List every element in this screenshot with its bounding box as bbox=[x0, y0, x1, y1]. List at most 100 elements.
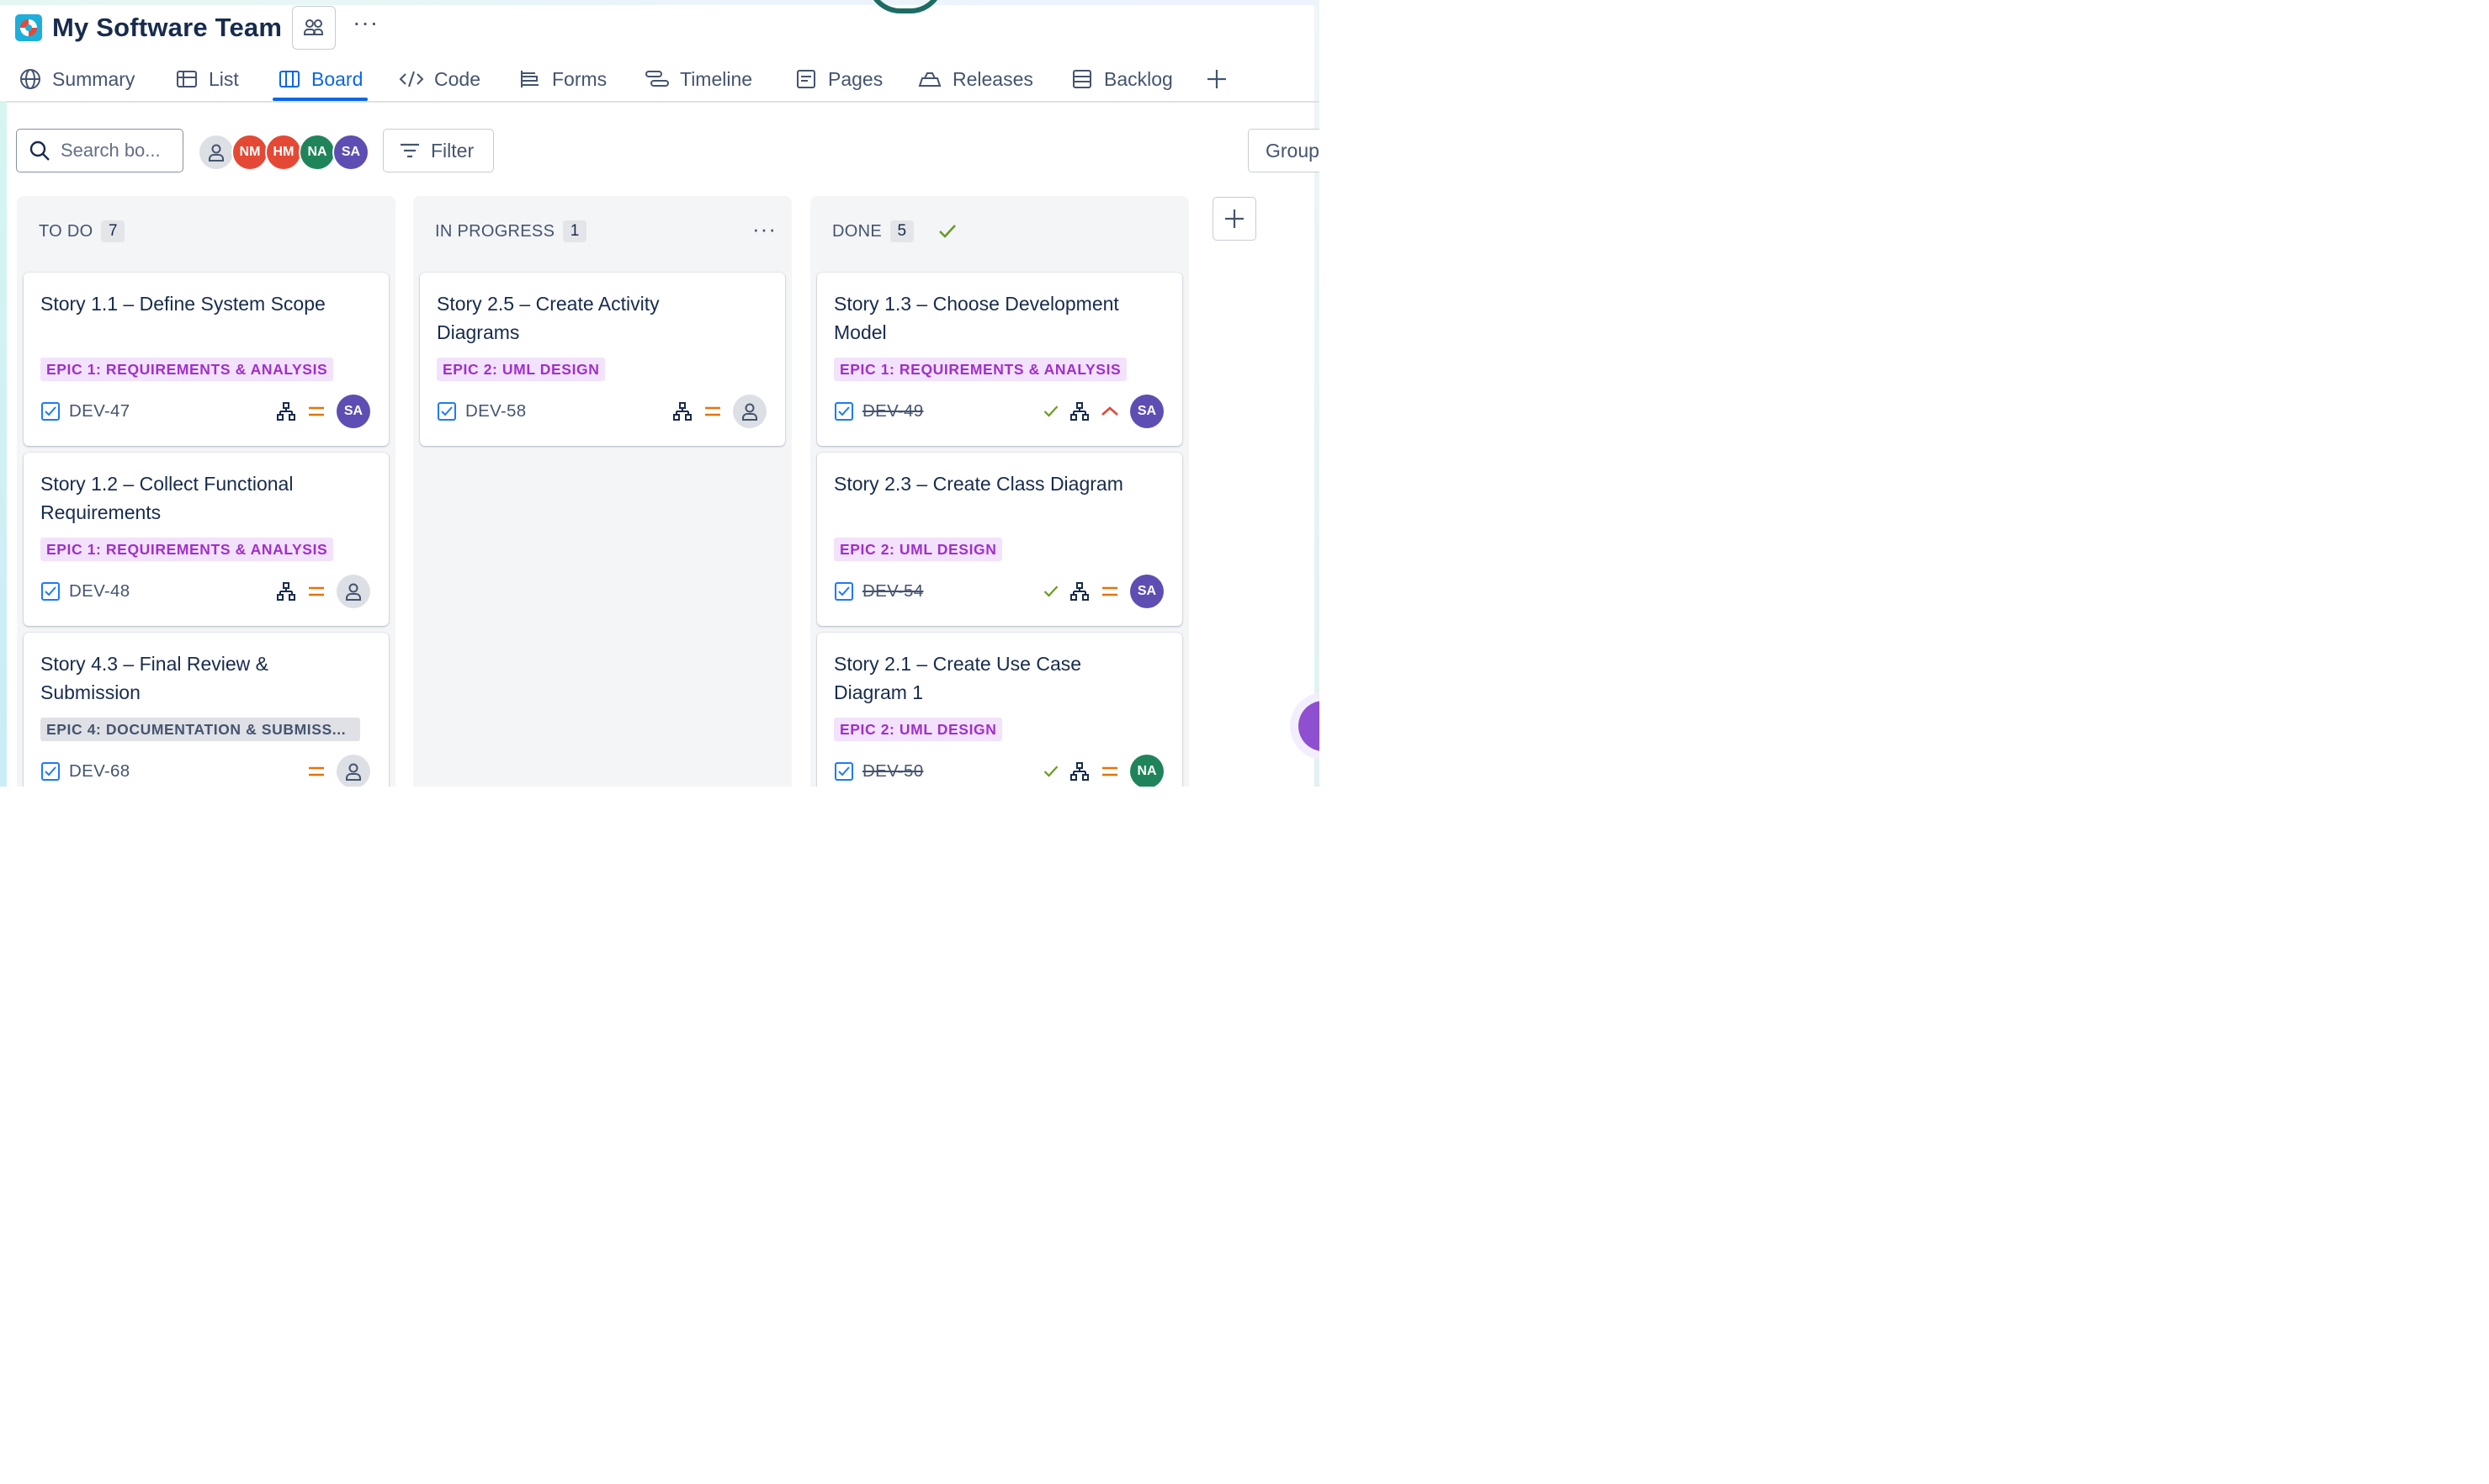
project-logo-icon[interactable] bbox=[15, 14, 42, 41]
card-title: Story 2.1 – Create Use Case Diagram 1 bbox=[834, 653, 1082, 703]
avatar-hm[interactable]: HM bbox=[265, 134, 302, 171]
assignee-avatar[interactable]: SA bbox=[337, 395, 370, 428]
story-checkbox-icon bbox=[41, 762, 60, 781]
assignee-avatar[interactable]: SA bbox=[1130, 395, 1164, 428]
story-checkbox-icon bbox=[41, 402, 60, 421]
column-count: 5 bbox=[889, 220, 914, 242]
project-header: My Software Team ··· bbox=[15, 6, 379, 50]
unassigned-avatar[interactable] bbox=[198, 134, 235, 171]
card-footer: DEV-50 NA bbox=[834, 755, 1164, 787]
timeline-icon bbox=[645, 71, 669, 87]
filter-button[interactable]: Filter bbox=[383, 129, 494, 172]
epic-label[interactable]: EPIC 1: REQUIREMENTS & ANALYSIS bbox=[40, 538, 334, 561]
issue-card[interactable]: Story 2.5 – Create Activity Diagrams EPI… bbox=[420, 273, 785, 446]
priority-medium-icon bbox=[309, 766, 324, 776]
tab-label: Timeline bbox=[680, 67, 753, 90]
unassigned-avatar[interactable] bbox=[337, 575, 370, 608]
assignee-avatar[interactable]: NA bbox=[1130, 755, 1164, 787]
epic-label[interactable]: EPIC 1: REQUIREMENTS & ANALYSIS bbox=[834, 358, 1128, 381]
help-floating-button[interactable] bbox=[1298, 701, 1319, 751]
search-input[interactable] bbox=[59, 139, 180, 162]
tab-label: Backlog bbox=[1104, 67, 1173, 90]
tab-releases[interactable]: Releases bbox=[917, 59, 1033, 99]
card-meta bbox=[296, 755, 370, 787]
column-title: IN PROGRESS bbox=[435, 221, 555, 241]
card-footer: DEV-68 bbox=[40, 755, 370, 787]
tab-forms[interactable]: Forms bbox=[518, 59, 607, 99]
avatar-nm[interactable]: NM bbox=[231, 134, 268, 171]
epic-label[interactable]: EPIC 2: UML DESIGN bbox=[437, 358, 606, 381]
person-icon bbox=[209, 144, 224, 162]
card-title: Story 1.3 – Choose Development Model bbox=[834, 293, 1119, 343]
card-meta: SA bbox=[266, 395, 370, 428]
background-band bbox=[0, 0, 1319, 5]
card-meta bbox=[662, 395, 767, 428]
tab-label: Board bbox=[311, 67, 364, 90]
tab-backlog[interactable]: Backlog bbox=[1070, 59, 1173, 99]
resolved-check-icon bbox=[1043, 405, 1059, 417]
board-icon bbox=[279, 71, 300, 87]
unassigned-avatar[interactable] bbox=[337, 755, 370, 787]
avatar-sa[interactable]: SA bbox=[332, 134, 369, 171]
epic-label[interactable]: EPIC 1: REQUIREMENTS & ANALYSIS bbox=[40, 358, 334, 381]
hierarchy-icon bbox=[1070, 582, 1089, 601]
issue-key[interactable]: DEV-54 bbox=[862, 581, 923, 602]
resolved-check-icon bbox=[1043, 766, 1059, 777]
hierarchy-icon bbox=[277, 402, 295, 421]
column-in-progress: IN PROGRESS 1 ··· Story 2.5 – Create Act… bbox=[413, 196, 792, 787]
hierarchy-icon bbox=[277, 582, 295, 601]
epic-label[interactable]: EPIC 4: DOCUMENTATION & SUBMISS... bbox=[40, 718, 360, 741]
issue-key[interactable]: DEV-47 bbox=[69, 401, 130, 421]
column-header: TO DO 7 bbox=[39, 220, 125, 243]
plus-icon bbox=[1225, 209, 1244, 228]
tab-board[interactable]: Board bbox=[273, 59, 369, 101]
hierarchy-icon bbox=[1070, 762, 1089, 781]
card-title: Story 2.5 – Create Activity Diagrams bbox=[437, 293, 660, 343]
search-board-field[interactable] bbox=[16, 129, 183, 172]
priority-medium-icon bbox=[1102, 586, 1117, 596]
avatar-na[interactable]: NA bbox=[299, 134, 336, 171]
list-icon bbox=[177, 71, 197, 87]
issue-key[interactable]: DEV-49 bbox=[862, 401, 923, 421]
unassigned-avatar[interactable] bbox=[733, 395, 767, 428]
tab-label: Code bbox=[434, 67, 480, 90]
assignee-avatar[interactable]: SA bbox=[1130, 575, 1164, 608]
card-meta: NA bbox=[1032, 755, 1164, 787]
assignee-filter-avatars: NM HM NA SA bbox=[198, 134, 369, 171]
team-members-button[interactable] bbox=[292, 6, 337, 50]
issue-key[interactable]: DEV-68 bbox=[69, 761, 130, 782]
add-column-button[interactable] bbox=[1213, 197, 1256, 241]
issue-card[interactable]: Story 1.3 – Choose Development Model EPI… bbox=[817, 273, 1182, 446]
tab-label: Pages bbox=[828, 67, 884, 90]
issue-key[interactable]: DEV-50 bbox=[862, 761, 923, 782]
add-tab-button[interactable] bbox=[1205, 59, 1239, 99]
issue-card[interactable]: Story 4.3 – Final Review & Submission EP… bbox=[24, 633, 389, 787]
tab-summary[interactable]: Summary bbox=[19, 59, 135, 99]
tab-label: Releases bbox=[953, 67, 1033, 90]
group-label: Group bbox=[1266, 139, 1319, 162]
epic-label[interactable]: EPIC 2: UML DESIGN bbox=[834, 538, 1003, 561]
issue-card[interactable]: Story 2.1 – Create Use Case Diagram 1 EP… bbox=[817, 633, 1182, 787]
tab-list[interactable]: List bbox=[175, 59, 239, 99]
issue-key[interactable]: DEV-48 bbox=[69, 581, 130, 602]
issue-key[interactable]: DEV-58 bbox=[465, 401, 526, 421]
project-more-icon[interactable]: ··· bbox=[353, 11, 379, 45]
card-footer: DEV-58 bbox=[437, 395, 767, 428]
card-footer: DEV-47 SA bbox=[40, 395, 370, 428]
project-tabs: Summary List Board Code Forms Timeline P… bbox=[7, 59, 1319, 103]
tab-code[interactable]: Code bbox=[399, 59, 480, 99]
issue-card[interactable]: Story 1.1 – Define System Scope EPIC 1: … bbox=[24, 273, 389, 446]
card-meta: SA bbox=[1032, 395, 1164, 428]
issue-card[interactable]: Story 1.2 – Collect Functional Requireme… bbox=[24, 453, 389, 626]
group-button[interactable]: Group bbox=[1248, 129, 1319, 172]
tab-pages[interactable]: Pages bbox=[794, 59, 883, 99]
background-left-strip bbox=[0, 101, 7, 787]
forms-icon bbox=[521, 71, 539, 87]
epic-label[interactable]: EPIC 2: UML DESIGN bbox=[834, 718, 1003, 741]
tab-label: List bbox=[209, 67, 239, 90]
column-more-icon[interactable]: ··· bbox=[752, 216, 777, 242]
person-icon bbox=[346, 763, 361, 781]
issue-card[interactable]: Story 2.3 – Create Class Diagram EPIC 2:… bbox=[817, 453, 1182, 626]
tab-timeline[interactable]: Timeline bbox=[645, 59, 752, 99]
card-meta bbox=[266, 575, 370, 608]
